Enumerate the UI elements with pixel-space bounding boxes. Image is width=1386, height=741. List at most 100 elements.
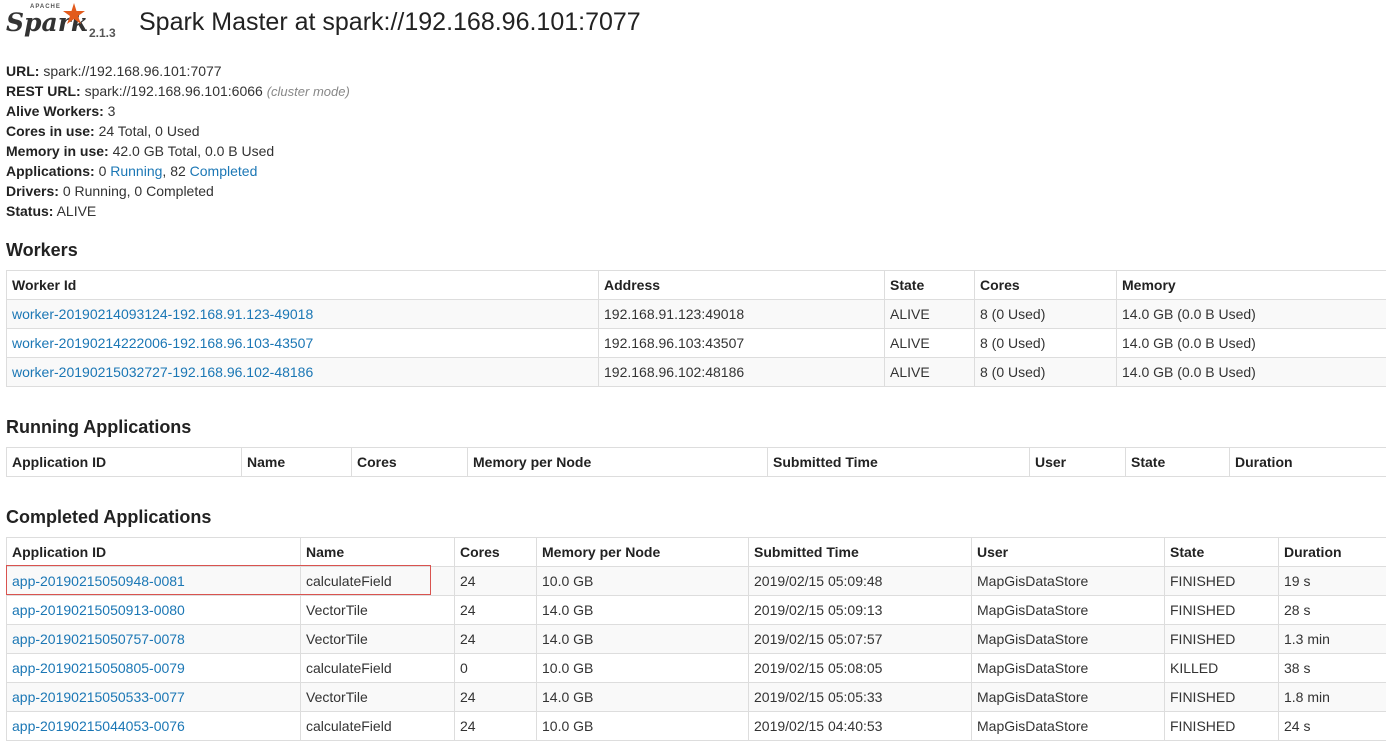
app-cell: 2019/02/15 05:09:48 (749, 567, 972, 596)
app-cell: calculateField (301, 712, 455, 741)
table-row: app-20190215050948-0081calculateField241… (7, 567, 1386, 596)
table-row: app-20190215044053-0076calculateField241… (7, 712, 1386, 741)
app-id-cell: app-20190215050533-0077 (7, 683, 301, 712)
worker-id-cell: worker-20190214093124-192.168.91.123-490… (7, 300, 599, 329)
table-row: app-20190215050913-0080VectorTile2414.0 … (7, 596, 1386, 625)
completed-col-memory-per-node[interactable]: Memory per Node (537, 538, 749, 567)
info-applications: Applications: 0 Running, 82 Completed (6, 161, 350, 181)
running-col-cores[interactable]: Cores (352, 448, 468, 477)
app-cell: 38 s (1279, 654, 1386, 683)
workers-col-memory[interactable]: Memory (1117, 271, 1386, 300)
app-cell: 1.3 min (1279, 625, 1386, 654)
worker-id-cell: worker-20190214222006-192.168.96.103-435… (7, 329, 599, 358)
app-cell: 14.0 GB (537, 625, 749, 654)
running-apps-header-row: Application IDNameCoresMemory per NodeSu… (7, 448, 1386, 477)
completed-col-state[interactable]: State (1165, 538, 1279, 567)
app-link[interactable]: app-20190215050533-0077 (12, 689, 185, 705)
completed-col-name[interactable]: Name (301, 538, 455, 567)
app-cell: 19 s (1279, 567, 1386, 596)
app-id-cell: app-20190215050913-0080 (7, 596, 301, 625)
table-row: worker-20190215032727-192.168.96.102-481… (7, 358, 1386, 387)
running-col-application-id[interactable]: Application ID (7, 448, 242, 477)
workers-heading: Workers (6, 240, 78, 261)
completed-col-duration[interactable]: Duration (1279, 538, 1386, 567)
workers-col-cores[interactable]: Cores (975, 271, 1117, 300)
info-alive-workers: Alive Workers: 3 (6, 101, 350, 121)
running-col-memory-per-node[interactable]: Memory per Node (468, 448, 768, 477)
worker-cell: 14.0 GB (0.0 B Used) (1117, 358, 1386, 387)
worker-cell: ALIVE (885, 300, 975, 329)
app-cell: FINISHED (1165, 596, 1279, 625)
app-cell: MapGisDataStore (972, 654, 1165, 683)
running-apps-heading: Running Applications (6, 417, 191, 438)
info-memory: Memory in use: 42.0 GB Total, 0.0 B Used (6, 141, 350, 161)
worker-cell: 192.168.96.102:48186 (599, 358, 885, 387)
app-id-cell: app-20190215050757-0078 (7, 625, 301, 654)
completed-col-submitted-time[interactable]: Submitted Time (749, 538, 972, 567)
app-cell: FINISHED (1165, 625, 1279, 654)
app-cell: VectorTile (301, 596, 455, 625)
table-row: app-20190215050805-0079calculateField010… (7, 654, 1386, 683)
cluster-info-list: URL: spark://192.168.96.101:7077 REST UR… (6, 61, 350, 221)
running-col-name[interactable]: Name (242, 448, 352, 477)
app-cell: 28 s (1279, 596, 1386, 625)
table-row: app-20190215050757-0078VectorTile2414.0 … (7, 625, 1386, 654)
running-apps-table: Application IDNameCoresMemory per NodeSu… (6, 447, 1386, 477)
workers-table: Worker IdAddressStateCoresMemory worker-… (6, 270, 1386, 387)
info-cores: Cores in use: 24 Total, 0 Used (6, 121, 350, 141)
worker-id-cell: worker-20190215032727-192.168.96.102-481… (7, 358, 599, 387)
completed-col-cores[interactable]: Cores (455, 538, 537, 567)
workers-col-worker-id[interactable]: Worker Id (7, 271, 599, 300)
workers-col-address[interactable]: Address (599, 271, 885, 300)
running-col-submitted-time[interactable]: Submitted Time (768, 448, 1030, 477)
running-col-user[interactable]: User (1030, 448, 1126, 477)
app-cell: 2019/02/15 05:07:57 (749, 625, 972, 654)
app-link[interactable]: app-20190215050913-0080 (12, 602, 185, 618)
app-link[interactable]: app-20190215050948-0081 (12, 573, 185, 589)
workers-header-row: Worker IdAddressStateCoresMemory (7, 271, 1386, 300)
worker-cell: 8 (0 Used) (975, 358, 1117, 387)
completed-col-user[interactable]: User (972, 538, 1165, 567)
completed-apps-link[interactable]: Completed (190, 163, 258, 179)
worker-link[interactable]: worker-20190215032727-192.168.96.102-481… (12, 364, 313, 380)
worker-link[interactable]: worker-20190214222006-192.168.96.103-435… (12, 335, 313, 351)
worker-cell: 14.0 GB (0.0 B Used) (1117, 329, 1386, 358)
app-link[interactable]: app-20190215044053-0076 (12, 718, 185, 734)
app-cell: 1.8 min (1279, 683, 1386, 712)
worker-cell: ALIVE (885, 358, 975, 387)
app-cell: VectorTile (301, 625, 455, 654)
running-col-state[interactable]: State (1126, 448, 1230, 477)
app-cell: VectorTile (301, 683, 455, 712)
app-id-cell: app-20190215050805-0079 (7, 654, 301, 683)
app-cell: 2019/02/15 05:09:13 (749, 596, 972, 625)
workers-col-state[interactable]: State (885, 271, 975, 300)
app-cell: 2019/02/15 04:40:53 (749, 712, 972, 741)
app-cell: 10.0 GB (537, 654, 749, 683)
app-cell: MapGisDataStore (972, 567, 1165, 596)
worker-cell: 8 (0 Used) (975, 300, 1117, 329)
spark-version: 2.1.3 (89, 26, 116, 40)
running-col-duration[interactable]: Duration (1230, 448, 1386, 477)
worker-link[interactable]: worker-20190214093124-192.168.91.123-490… (12, 306, 313, 322)
worker-cell: 192.168.96.103:43507 (599, 329, 885, 358)
completed-col-application-id[interactable]: Application ID (7, 538, 301, 567)
worker-cell: 14.0 GB (0.0 B Used) (1117, 300, 1386, 329)
app-cell: 24 (455, 683, 537, 712)
app-cell: MapGisDataStore (972, 683, 1165, 712)
app-cell: 10.0 GB (537, 567, 749, 596)
app-cell: 14.0 GB (537, 683, 749, 712)
running-apps-link[interactable]: Running (110, 163, 162, 179)
app-cell: MapGisDataStore (972, 625, 1165, 654)
app-link[interactable]: app-20190215050805-0079 (12, 660, 185, 676)
app-cell: 10.0 GB (537, 712, 749, 741)
app-cell: 0 (455, 654, 537, 683)
completed-apps-header-row: Application IDNameCoresMemory per NodeSu… (7, 538, 1386, 567)
info-drivers: Drivers: 0 Running, 0 Completed (6, 181, 350, 201)
app-cell: 14.0 GB (537, 596, 749, 625)
app-link[interactable]: app-20190215050757-0078 (12, 631, 185, 647)
app-cell: KILLED (1165, 654, 1279, 683)
app-cell: MapGisDataStore (972, 596, 1165, 625)
spark-logo[interactable]: APACHE Spark (6, 2, 86, 42)
completed-apps-heading: Completed Applications (6, 507, 211, 528)
info-rest-url: REST URL: spark://192.168.96.101:6066 (c… (6, 81, 350, 101)
